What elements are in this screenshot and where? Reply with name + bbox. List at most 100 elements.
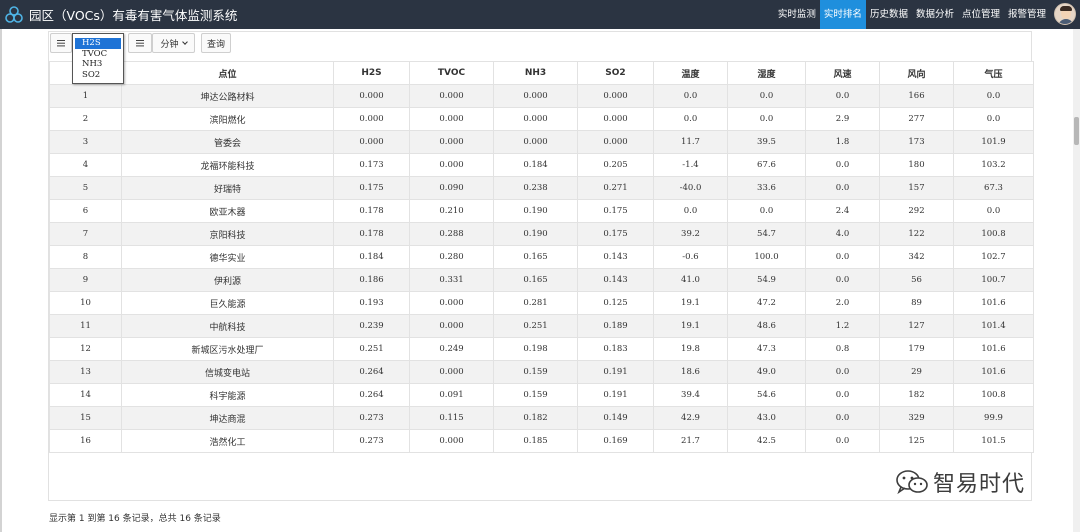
chevron-down-icon <box>181 38 188 45</box>
table-row[interactable]: 8 德华实业 0.184 0.280 0.165 0.143 -0.6 100.0 0.0 342… <box>49 245 1034 269</box>
dropdown-option-h2s[interactable]: H2S <box>75 38 121 49</box>
column-header-site[interactable]: 点位 <box>121 61 334 85</box>
cell-temperature: 41.0 <box>653 268 728 292</box>
cell-wind-direction: 277 <box>879 107 954 131</box>
table-row[interactable]: 14 科宇能源 0.264 0.091 0.159 0.191 39.4 54.6 0.0 182… <box>49 383 1034 407</box>
nav-item-realtime-monitor[interactable]: 实时监测 <box>774 0 820 29</box>
pollutant-list-toggle[interactable] <box>50 33 72 53</box>
table-row[interactable]: 16 浩然化工 0.273 0.000 0.185 0.169 21.7 42.5 0.0 125… <box>49 429 1034 453</box>
table-row[interactable]: 3 管委会 0.000 0.000 0.000 0.000 11.7 39.5 1.8 173 10… <box>49 130 1034 154</box>
column-header-h2s[interactable]: H2S <box>333 61 410 85</box>
cell-nh3: 0.198 <box>493 337 578 361</box>
cell-so2: 0.191 <box>577 383 654 407</box>
cell-so2: 0.205 <box>577 153 654 177</box>
cell-so2: 0.143 <box>577 268 654 292</box>
cell-temperature: 19.1 <box>653 314 728 338</box>
cell-h2s: 0.193 <box>333 291 410 315</box>
cell-site: 浩然化工 <box>121 429 334 453</box>
cell-nh3: 0.281 <box>493 291 578 315</box>
nav-item-site-management[interactable]: 点位管理 <box>958 0 1004 29</box>
table-row[interactable]: 2 滨阳燃化 0.000 0.000 0.000 0.000 0.0 0.0 2.9 277 0.0 <box>49 107 1034 131</box>
cell-tvoc: 0.000 <box>409 360 494 384</box>
cell-tvoc: 0.000 <box>409 84 494 108</box>
cell-pressure: 0.0 <box>953 107 1034 131</box>
app-title: 园区（VOCs）有毒有害气体监测系统 <box>29 8 238 23</box>
cell-rank: 16 <box>49 429 122 453</box>
column-header-wind-speed[interactable]: 风速 <box>805 61 880 85</box>
cell-wind-direction: 157 <box>879 176 954 200</box>
cell-wind-direction: 329 <box>879 406 954 430</box>
dropdown-option-tvoc[interactable]: TVOC <box>75 49 121 60</box>
user-avatar[interactable] <box>1054 3 1076 25</box>
table-row[interactable]: 9 伊利源 0.186 0.331 0.165 0.143 41.0 54.9 0.0 56 100… <box>49 268 1034 292</box>
window-edge <box>0 29 2 532</box>
brand: 园区（VOCs）有毒有害气体监测系统 <box>4 0 237 29</box>
interval-select[interactable]: 分钟 <box>152 33 195 53</box>
cell-nh3: 0.000 <box>493 130 578 154</box>
cell-wind-speed: 0.0 <box>805 84 880 108</box>
table-row[interactable]: 13 信城变电站 0.264 0.000 0.159 0.191 18.6 49.0 0.0 29… <box>49 360 1034 384</box>
cell-wind-speed: 0.0 <box>805 153 880 177</box>
cell-wind-speed: 0.0 <box>805 268 880 292</box>
table-row[interactable]: 11 中航科技 0.239 0.000 0.251 0.189 19.1 48.6 1.2 127… <box>49 314 1034 338</box>
column-header-so2[interactable]: SO2 <box>577 61 654 85</box>
table-row[interactable]: 10 巨久能源 0.193 0.000 0.281 0.125 19.1 47.2 2.0 89 1… <box>49 291 1034 315</box>
cell-wind-speed: 0.0 <box>805 360 880 384</box>
table-row[interactable]: 6 欧亚木器 0.178 0.210 0.190 0.175 0.0 0.0 2.4 292 0.0 <box>49 199 1034 223</box>
nav-item-alarm-management[interactable]: 报警管理 <box>1004 0 1050 29</box>
cell-humidity: 0.0 <box>727 107 806 131</box>
cell-nh3: 0.165 <box>493 245 578 269</box>
dropdown-option-nh3[interactable]: NH3 <box>75 59 121 70</box>
cell-wind-direction: 173 <box>879 130 954 154</box>
cell-humidity: 54.7 <box>727 222 806 246</box>
column-header-wind-direction[interactable]: 风向 <box>879 61 954 85</box>
query-button-label: 查询 <box>206 39 225 50</box>
page-scrollbar[interactable] <box>1073 29 1080 532</box>
column-header-temperature[interactable]: 温度 <box>653 61 728 85</box>
pollutant-dropdown[interactable]: H2S TVOC NH3 SO2 <box>72 33 124 84</box>
table-row[interactable]: 12 新城区污水处理厂 0.251 0.249 0.198 0.183 19.8 47.3 0.… <box>49 337 1034 361</box>
cell-temperature: -1.4 <box>653 153 728 177</box>
cell-nh3: 0.251 <box>493 314 578 338</box>
column-header-nh3[interactable]: NH3 <box>493 61 578 85</box>
scrollbar-thumb[interactable] <box>1074 117 1079 145</box>
table-row[interactable]: 1 坤达公路材料 0.000 0.000 0.000 0.000 0.0 0.0 0.0 166 0… <box>49 84 1034 108</box>
table-row[interactable]: 7 京阳科技 0.178 0.288 0.190 0.175 39.2 54.7 4.0 122 1… <box>49 222 1034 246</box>
nav-item-history[interactable]: 历史数据 <box>866 0 912 29</box>
cell-h2s: 0.239 <box>333 314 410 338</box>
ranking-table: 点位 H2S TVOC NH3 SO2 温度 湿度 风速 风向 气压 1 坤达公路… <box>49 61 1034 453</box>
cell-tvoc: 0.288 <box>409 222 494 246</box>
cell-wind-speed: 0.0 <box>805 429 880 453</box>
cell-temperature: -0.6 <box>653 245 728 269</box>
cell-so2: 0.189 <box>577 314 654 338</box>
cell-wind-speed: 0.0 <box>805 245 880 269</box>
cell-rank: 4 <box>49 153 122 177</box>
cell-h2s: 0.273 <box>333 406 410 430</box>
query-button[interactable]: 查询 <box>201 33 231 53</box>
interval-list-toggle[interactable] <box>128 33 152 53</box>
cell-site: 伊利源 <box>121 268 334 292</box>
table-row[interactable]: 15 坤达商混 0.273 0.115 0.182 0.149 42.9 43.0 0.0 329… <box>49 406 1034 430</box>
column-header-tvoc[interactable]: TVOC <box>409 61 494 85</box>
dropdown-option-so2[interactable]: SO2 <box>75 70 121 81</box>
cell-humidity: 39.5 <box>727 130 806 154</box>
cell-nh3: 0.159 <box>493 360 578 384</box>
nav-item-analysis[interactable]: 数据分析 <box>912 0 958 29</box>
cell-h2s: 0.173 <box>333 153 410 177</box>
column-header-humidity[interactable]: 湿度 <box>727 61 806 85</box>
nav-item-realtime-ranking[interactable]: 实时排名 <box>819 0 866 29</box>
table-row[interactable]: 4 龙福环能科技 0.173 0.000 0.184 0.205 -1.4 67.6 0.0 18… <box>49 153 1034 177</box>
cell-h2s: 0.186 <box>333 268 410 292</box>
column-header-pressure[interactable]: 气压 <box>953 61 1034 85</box>
cell-pressure: 101.5 <box>953 429 1034 453</box>
cell-h2s: 0.264 <box>333 383 410 407</box>
wechat-icon <box>896 470 928 495</box>
cell-nh3: 0.190 <box>493 222 578 246</box>
cell-nh3: 0.000 <box>493 84 578 108</box>
table-row[interactable]: 5 好瑞特 0.175 0.090 0.238 0.271 -40.0 33.6 0.0 157 6… <box>49 176 1034 200</box>
cell-so2: 0.000 <box>577 84 654 108</box>
cell-rank: 13 <box>49 360 122 384</box>
table-body: 1 坤达公路材料 0.000 0.000 0.000 0.000 0.0 0.0 0.0 166 0… <box>49 84 1034 453</box>
cell-so2: 0.000 <box>577 107 654 131</box>
cell-tvoc: 0.000 <box>409 314 494 338</box>
